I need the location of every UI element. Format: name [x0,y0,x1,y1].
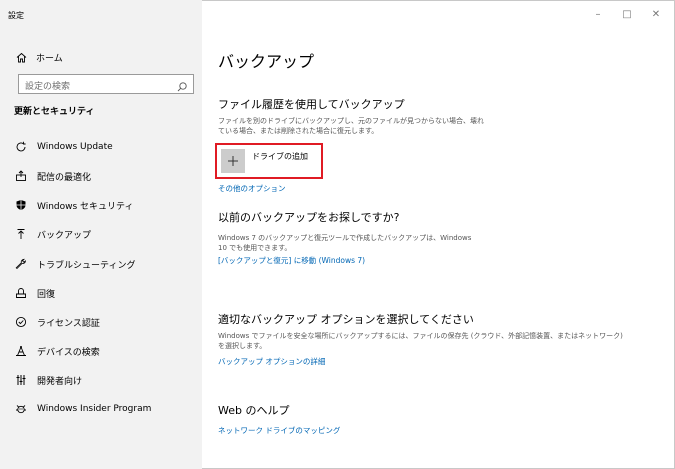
choose-option-desc-1: Windows でファイルを安全な場所にバックアップするには、ファイルの保存先 … [218,332,623,340]
sidebar-home-label: ホーム [36,53,63,64]
sidebar-home[interactable]: ホーム [14,50,63,64]
sidebar-item-label: デバイスの検索 [37,347,100,358]
choose-option-heading: 適切なバックアップ オプションを選択してください [218,313,474,326]
backup-arrow-icon [14,227,28,241]
sidebar-item-troubleshoot[interactable]: トラブルシューティング [14,256,135,272]
wrench-icon [14,257,28,271]
sidebar: 設定 ホーム 設定の検索 更新とセキュリティ Windows Update 配信… [0,0,202,469]
sidebar-item-label: Windows Insider Program [37,404,152,414]
sidebar-item-delivery-optimization[interactable]: 配信の最適化 [14,168,91,184]
sidebar-item-find-my-device[interactable]: デバイスの検索 [14,343,100,359]
choose-option-desc-2: を選択します。 [218,342,267,350]
sidebar-item-windows-security[interactable]: Windows セキュリティ [14,197,134,213]
find-device-icon [14,344,28,358]
shield-icon [14,198,28,212]
sidebar-item-backup[interactable]: バックアップ [14,226,91,242]
sidebar-item-label: バックアップ [37,230,92,241]
home-icon [14,50,28,64]
file-history-desc-1: ファイルを別のドライブにバックアップし、元のファイルが見つからない場合、壊れ [218,117,484,125]
sidebar-item-activation[interactable]: ライセンス認証 [14,314,100,330]
check-circle-icon [14,315,28,329]
sidebar-item-label: Windows セキュリティ [37,201,134,212]
section-title: 更新とセキュリティ [14,107,95,117]
sidebar-item-label: 開発者向け [37,376,83,387]
sync-icon [14,140,28,154]
sidebar-item-windows-insider[interactable]: Windows Insider Program [14,401,151,417]
older-backup-desc-1: Windows 7 のバックアップと復元ツールで作成したバックアップは、Wind… [218,234,472,242]
maximize-icon: □ [622,8,632,20]
network-drive-mapping-link[interactable]: ネットワーク ドライブのマッピング [218,425,340,436]
web-help-heading: Web のヘルプ [218,404,290,417]
file-history-heading: ファイル履歴を使用してバックアップ [218,98,405,111]
older-backup-heading: 以前のバックアップをお探しですか? [218,211,400,224]
recovery-icon [14,286,28,300]
insider-icon [14,402,28,416]
search-icon [176,78,188,92]
sidebar-item-windows-update[interactable]: Windows Update [14,139,113,155]
minimize-button[interactable]: – [591,7,605,21]
search-placeholder: 設定の検索 [25,82,71,92]
file-history-desc-2: ている場合、または削除された場合に復元します。 [218,127,379,135]
add-drive-label: ドライブの追加 [252,152,308,161]
sidebar-item-label: Windows Update [37,142,113,152]
more-options-link[interactable]: その他のオプション [218,183,286,194]
close-icon: ✕ [651,8,661,20]
window-title: 設定 [8,11,24,20]
close-button[interactable]: ✕ [649,7,663,21]
backup-options-details-link[interactable]: バックアップ オプションの詳細 [218,356,325,367]
plus-icon [221,149,245,173]
sidebar-item-label: 配信の最適化 [37,172,92,183]
minimize-icon: – [595,8,601,20]
sidebar-item-label: トラブルシューティング [37,260,136,271]
add-drive-button[interactable]: ドライブの追加 [215,143,323,179]
sidebar-item-developers[interactable]: 開発者向け [14,372,82,388]
sidebar-item-label: ライセンス認証 [37,318,100,329]
delivery-optimization-icon [14,169,28,183]
developer-icon [14,373,28,387]
settings-search-input[interactable]: 設定の検索 [18,74,194,94]
backup-restore-link[interactable]: [バックアップと復元] に移動 (Windows 7) [218,255,365,266]
older-backup-desc-2: 10 でも使用できます。 [218,244,292,252]
maximize-button[interactable]: □ [620,7,634,21]
page-title: バックアップ [218,52,315,71]
sidebar-item-recovery[interactable]: 回復 [14,285,55,301]
sidebar-item-label: 回復 [37,289,56,300]
